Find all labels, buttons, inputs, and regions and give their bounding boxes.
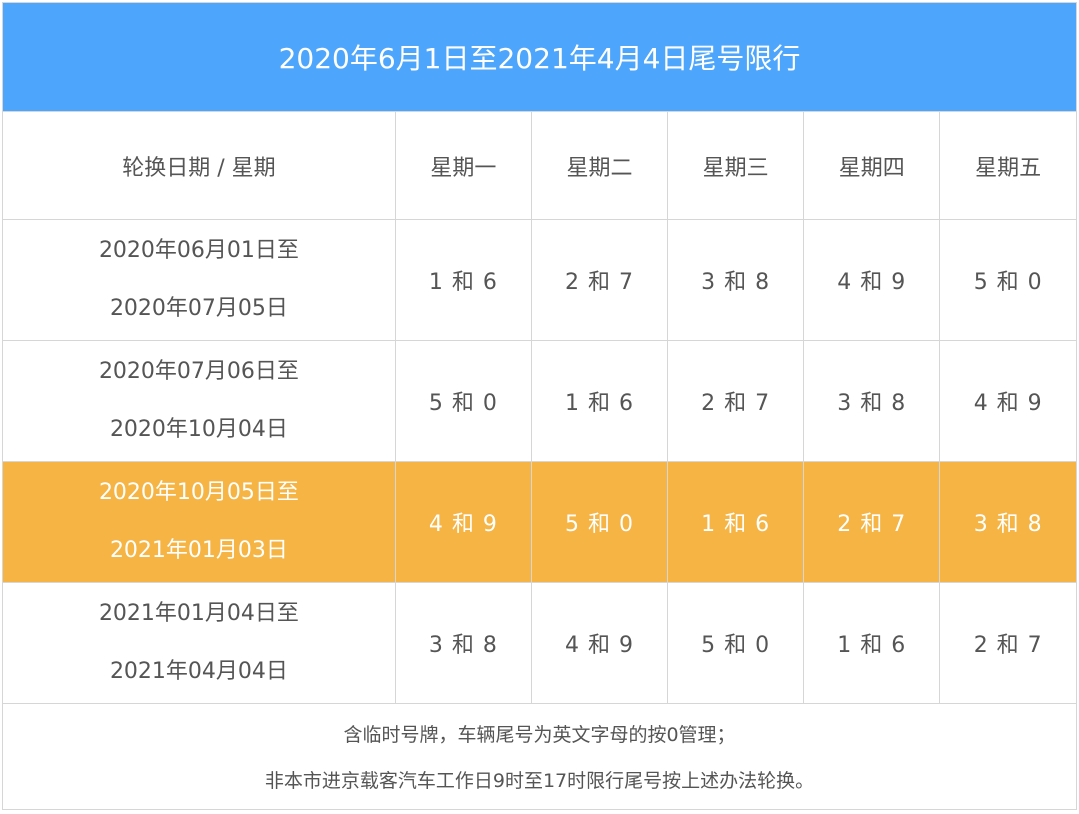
date-range-end: 2021年04月04日 [109, 659, 288, 684]
restriction-table-container: 2020年6月1日至2021年4月4日尾号限行 轮换日期 / 星期 星期一 星期… [2, 2, 1077, 810]
date-range-cell: 2020年06月01日至 2020年07月05日 [3, 219, 396, 341]
plate-digits-monday: 5 和 0 [394, 340, 532, 462]
plate-digits-monday: 4 和 9 [394, 461, 532, 583]
plate-digits-wednesday: 3 和 8 [667, 219, 805, 341]
date-range-start: 2020年10月05日至 [98, 480, 299, 505]
date-range-start: 2020年07月06日至 [98, 359, 299, 384]
date-range-start: 2020年06月01日至 [98, 238, 299, 263]
date-range-cell: 2021年01月04日至 2021年04月04日 [3, 582, 396, 704]
table-header-row: 轮换日期 / 星期 星期一 星期二 星期三 星期四 星期五 [3, 111, 1076, 220]
column-header-wednesday: 星期三 [667, 111, 805, 220]
date-range-cell: 2020年10月05日至 2021年01月03日 [3, 461, 396, 583]
plate-digits-monday: 1 和 6 [394, 219, 532, 341]
plate-digits-wednesday: 2 和 7 [667, 340, 805, 462]
column-header-thursday: 星期四 [803, 111, 941, 220]
column-header-friday: 星期五 [939, 111, 1076, 220]
table-row: 2020年06月01日至 2020年07月05日 1 和 6 2 和 7 3 和… [3, 219, 1076, 341]
column-header-monday: 星期一 [394, 111, 532, 220]
plate-digits-thursday: 3 和 8 [803, 340, 941, 462]
column-header-tuesday: 星期二 [530, 111, 669, 220]
footer-note-nonlocal-vehicles: 非本市进京载客汽车工作日9时至17时限行尾号按上述办法轮换。 [264, 770, 815, 793]
plate-digits-tuesday: 1 和 6 [530, 340, 669, 462]
date-range-cell: 2020年07月06日至 2020年10月04日 [3, 340, 396, 462]
footer-note-temporary-plates: 含临时号牌，车辆尾号为英文字母的按0管理； [343, 723, 736, 746]
page-title: 2020年6月1日至2021年4月4日尾号限行 [3, 3, 1076, 111]
date-range-end: 2021年01月03日 [109, 538, 288, 563]
plate-digits-monday: 3 和 8 [394, 582, 532, 704]
plate-digits-wednesday: 5 和 0 [667, 582, 805, 704]
table-row: 2021年01月04日至 2021年04月04日 3 和 8 4 和 9 5 和… [3, 582, 1076, 704]
table-row: 2020年07月06日至 2020年10月04日 5 和 0 1 和 6 2 和… [3, 340, 1076, 462]
plate-digits-tuesday: 2 和 7 [530, 219, 669, 341]
plate-digits-friday: 3 和 8 [939, 461, 1076, 583]
plate-digits-tuesday: 5 和 0 [530, 461, 669, 583]
footer-notes: 含临时号牌，车辆尾号为英文字母的按0管理； 非本市进京载客汽车工作日9时至17时… [3, 704, 1076, 809]
plate-digits-wednesday: 1 和 6 [667, 461, 805, 583]
date-range-end: 2020年07月05日 [109, 296, 288, 321]
column-header-date-weekday: 轮换日期 / 星期 [3, 111, 396, 220]
date-range-start: 2021年01月04日至 [98, 601, 299, 626]
plate-digits-thursday: 2 和 7 [803, 461, 941, 583]
table-row-current: 2020年10月05日至 2021年01月03日 4 和 9 5 和 0 1 和… [3, 461, 1076, 583]
plate-digits-thursday: 4 和 9 [803, 219, 941, 341]
plate-digits-friday: 4 和 9 [939, 340, 1076, 462]
restriction-table: 轮换日期 / 星期 星期一 星期二 星期三 星期四 星期五 2020年06月01… [3, 111, 1076, 704]
date-range-end: 2020年10月04日 [109, 417, 288, 442]
plate-digits-friday: 2 和 7 [939, 582, 1076, 704]
plate-digits-thursday: 1 和 6 [803, 582, 941, 704]
plate-digits-friday: 5 和 0 [939, 219, 1076, 341]
plate-digits-tuesday: 4 和 9 [530, 582, 669, 704]
